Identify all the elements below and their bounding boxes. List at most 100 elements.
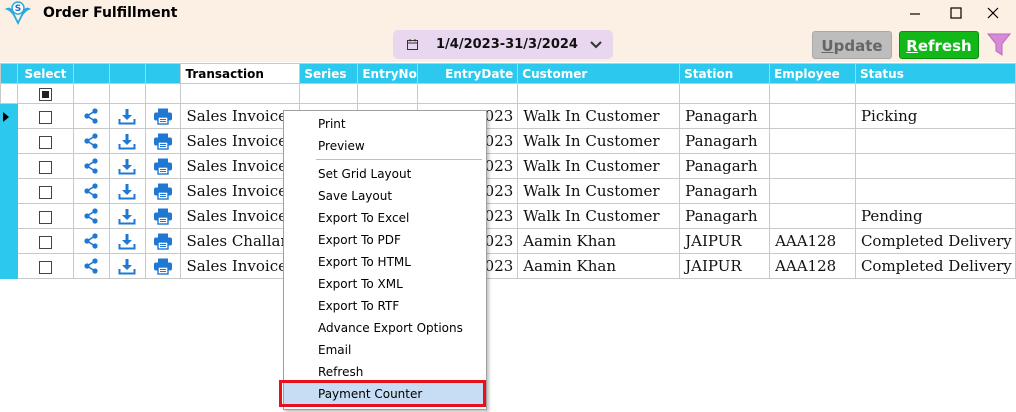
context-menu-item-export-to-pdf[interactable]: Export To PDF: [284, 229, 484, 251]
filter-cell[interactable]: [72, 83, 110, 104]
column-header-select[interactable]: Select: [16, 63, 74, 84]
filter-icon[interactable]: [987, 32, 1011, 58]
customer-cell[interactable]: Walk In Customer: [517, 203, 681, 229]
share-cell[interactable]: [72, 153, 110, 179]
download-icon[interactable]: [118, 158, 136, 175]
print-cell[interactable]: [144, 153, 182, 179]
station-cell[interactable]: JAIPUR: [679, 253, 771, 279]
print-icon[interactable]: [153, 233, 173, 250]
select-all-checkbox[interactable]: [38, 88, 52, 101]
share-cell[interactable]: [72, 228, 110, 254]
row-indicator[interactable]: [0, 178, 18, 204]
share-cell[interactable]: [72, 203, 110, 229]
column-header-series[interactable]: Series: [299, 63, 359, 84]
row-select-checkbox[interactable]: [38, 110, 52, 124]
row-select-checkbox[interactable]: [38, 260, 52, 274]
row-select-cell[interactable]: [16, 203, 74, 229]
share-icon[interactable]: [83, 133, 99, 149]
row-indicator[interactable]: [0, 103, 18, 129]
share-cell[interactable]: [72, 253, 110, 279]
share-icon[interactable]: [83, 108, 99, 124]
station-cell[interactable]: Panagarh: [679, 103, 771, 129]
station-cell[interactable]: Panagarh: [679, 128, 771, 154]
filter-cell[interactable]: [357, 83, 419, 104]
download-icon[interactable]: [118, 108, 136, 125]
employee-cell[interactable]: [769, 128, 856, 154]
download-cell[interactable]: [108, 228, 146, 254]
column-header-status[interactable]: Status: [854, 63, 1016, 84]
share-icon[interactable]: [83, 258, 99, 274]
download-cell[interactable]: [108, 203, 146, 229]
share-cell[interactable]: [72, 128, 110, 154]
row-indicator[interactable]: [0, 153, 18, 179]
filter-cell[interactable]: [417, 83, 519, 104]
status-cell[interactable]: [854, 128, 1016, 154]
row-indicator[interactable]: [0, 128, 18, 154]
filter-cell[interactable]: [180, 83, 301, 104]
download-icon[interactable]: [118, 208, 136, 225]
row-indicator[interactable]: [0, 253, 18, 279]
status-cell[interactable]: Completed Delivery: [854, 228, 1016, 254]
table-row[interactable]: Sales Challan 2023 Aamin Khan JAIPUR AAA128 C…: [0, 228, 1016, 254]
print-cell[interactable]: [144, 253, 182, 279]
customer-cell[interactable]: Walk In Customer: [517, 128, 681, 154]
download-cell[interactable]: [108, 103, 146, 129]
customer-cell[interactable]: Aamin Khan: [517, 253, 681, 279]
context-menu-item-export-to-xml[interactable]: Export To XML: [284, 273, 484, 295]
row-select-cell[interactable]: [16, 228, 74, 254]
row-indicator[interactable]: [0, 228, 18, 254]
column-header-customer[interactable]: Customer: [517, 63, 681, 84]
column-header-station[interactable]: Station: [679, 63, 771, 84]
row-select-cell[interactable]: [16, 178, 74, 204]
filter-cell[interactable]: [769, 83, 856, 104]
update-button[interactable]: Update: [812, 31, 892, 59]
customer-cell[interactable]: Walk In Customer: [517, 178, 681, 204]
download-cell[interactable]: [108, 153, 146, 179]
employee-cell[interactable]: [769, 203, 856, 229]
download-cell[interactable]: [108, 128, 146, 154]
print-icon[interactable]: [153, 108, 173, 125]
close-icon[interactable]: [983, 4, 1003, 22]
context-menu-item-export-to-html[interactable]: Export To HTML: [284, 251, 484, 273]
print-cell[interactable]: [144, 128, 182, 154]
employee-cell[interactable]: [769, 153, 856, 179]
station-cell[interactable]: JAIPUR: [679, 228, 771, 254]
print-icon[interactable]: [153, 258, 173, 275]
column-header-entryno[interactable]: EntryNo: [357, 63, 419, 84]
station-cell[interactable]: Panagarh: [679, 178, 771, 204]
context-menu-item-email[interactable]: Email: [284, 339, 484, 361]
share-icon[interactable]: [83, 233, 99, 249]
employee-cell[interactable]: [769, 103, 856, 129]
row-select-cell[interactable]: [16, 153, 74, 179]
table-row[interactable]: Sales Invoice 2023 Walk In Customer Panagar…: [0, 178, 1016, 204]
employee-cell[interactable]: AAA128: [769, 228, 856, 254]
maximize-icon[interactable]: [946, 4, 966, 22]
filter-cell[interactable]: [299, 83, 359, 104]
context-menu-item-export-to-excel[interactable]: Export To Excel: [284, 207, 484, 229]
status-cell[interactable]: Picking: [854, 103, 1016, 129]
print-cell[interactable]: [144, 203, 182, 229]
date-range-picker[interactable]: 1/4/2023-31/3/2024: [393, 30, 613, 59]
table-row[interactable]: Sales Invoice 2023 Aamin Khan JAIPUR AAA128 C…: [0, 253, 1016, 279]
context-menu-item-advance-export-options[interactable]: Advance Export Options: [284, 317, 484, 339]
row-select-checkbox[interactable]: [38, 235, 52, 249]
table-row[interactable]: Sales Invoice 2023 Walk In Customer Panagar…: [0, 203, 1016, 229]
customer-cell[interactable]: Aamin Khan: [517, 228, 681, 254]
filter-cell[interactable]: [854, 83, 1016, 104]
row-select-cell[interactable]: [16, 103, 74, 129]
print-icon[interactable]: [153, 183, 173, 200]
share-icon[interactable]: [83, 183, 99, 199]
print-icon[interactable]: [153, 133, 173, 150]
row-select-checkbox[interactable]: [38, 210, 52, 224]
station-cell[interactable]: Panagarh: [679, 203, 771, 229]
download-icon[interactable]: [118, 258, 136, 275]
context-menu-item-export-to-rtf[interactable]: Export To RTF: [284, 295, 484, 317]
share-icon[interactable]: [83, 208, 99, 224]
context-menu-item-print[interactable]: Print: [284, 113, 484, 135]
row-select-cell[interactable]: [16, 253, 74, 279]
status-cell[interactable]: [854, 153, 1016, 179]
table-row[interactable]: Sales Invoice 2023 Walk In Customer Panagar…: [0, 128, 1016, 154]
print-icon[interactable]: [153, 208, 173, 225]
select-all-checkbox-cell[interactable]: [16, 83, 74, 104]
download-icon[interactable]: [118, 233, 136, 250]
